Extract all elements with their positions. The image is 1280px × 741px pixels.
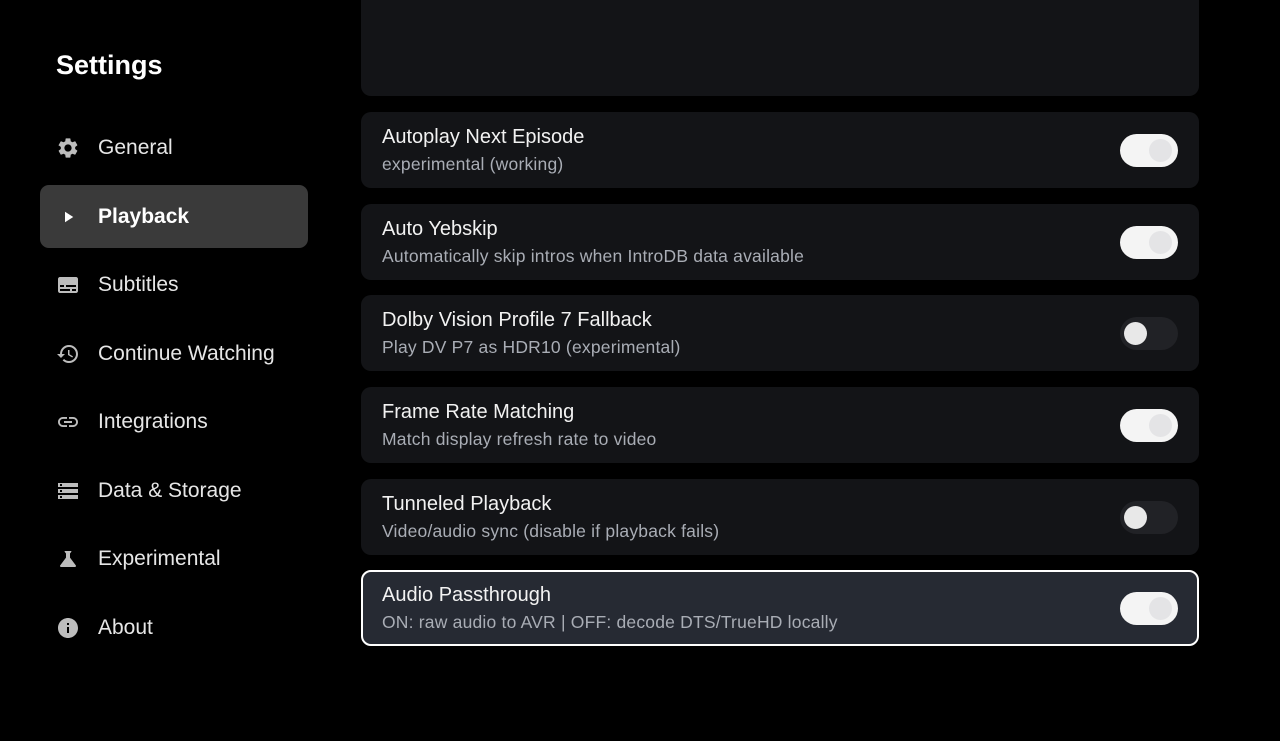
toggle-knob bbox=[1149, 597, 1172, 620]
play-icon bbox=[56, 205, 80, 229]
sidebar-item-experimental[interactable]: Experimental bbox=[40, 527, 308, 590]
page-title: Settings bbox=[56, 50, 163, 80]
setting-title: Dolby Vision Profile 7 Fallback bbox=[382, 309, 652, 331]
setting-card-clipped[interactable] bbox=[361, 0, 1199, 96]
setting-subtitle: ON: raw audio to AVR | OFF: decode DTS/T… bbox=[382, 612, 838, 632]
setting-title: Auto Yebskip bbox=[382, 218, 498, 240]
sidebar-item-integrations[interactable]: Integrations bbox=[40, 390, 308, 453]
subtitles-icon bbox=[56, 273, 80, 297]
sidebar-item-label: About bbox=[98, 615, 153, 639]
setting-dolby-vision-fallback[interactable]: Dolby Vision Profile 7 Fallback Play DV … bbox=[361, 295, 1199, 371]
toggle-knob bbox=[1149, 231, 1172, 254]
setting-subtitle: Video/audio sync (disable if playback fa… bbox=[382, 521, 720, 541]
sidebar-item-label: Playback bbox=[98, 204, 190, 228]
gear-icon bbox=[56, 136, 80, 160]
setting-tunneled-playback[interactable]: Tunneled Playback Video/audio sync (disa… bbox=[361, 479, 1199, 555]
sidebar-item-continue-watching[interactable]: Continue Watching bbox=[40, 322, 308, 385]
tunneled-playback-toggle[interactable] bbox=[1120, 501, 1178, 534]
storage-icon bbox=[56, 479, 80, 503]
sidebar-item-label: Subtitles bbox=[98, 272, 179, 296]
link-icon bbox=[56, 410, 80, 434]
audio-passthrough-toggle[interactable] bbox=[1120, 592, 1178, 625]
setting-subtitle: Play DV P7 as HDR10 (experimental) bbox=[382, 337, 681, 357]
settings-list[interactable]: Autoplay Next Episode experimental (work… bbox=[361, 0, 1199, 741]
toggle-knob bbox=[1124, 506, 1147, 529]
sidebar-item-general[interactable]: General bbox=[40, 116, 308, 179]
toggle-knob bbox=[1149, 139, 1172, 162]
setting-title: Audio Passthrough bbox=[382, 584, 552, 606]
sidebar-item-subtitles[interactable]: Subtitles bbox=[40, 253, 308, 316]
setting-auto-yebskip[interactable]: Auto Yebskip Automatically skip intros w… bbox=[361, 204, 1199, 280]
history-icon bbox=[56, 342, 80, 366]
frame-rate-toggle[interactable] bbox=[1120, 409, 1178, 442]
sidebar-item-label: Experimental bbox=[98, 546, 221, 570]
setting-title: Tunneled Playback bbox=[382, 493, 552, 515]
toggle-knob bbox=[1149, 414, 1172, 437]
setting-subtitle: Automatically skip intros when IntroDB d… bbox=[382, 246, 805, 266]
setting-subtitle: experimental (working) bbox=[382, 154, 564, 174]
toggle-knob bbox=[1124, 322, 1147, 345]
setting-frame-rate-matching[interactable]: Frame Rate Matching Match display refres… bbox=[361, 387, 1199, 463]
setting-autoplay-next-episode[interactable]: Autoplay Next Episode experimental (work… bbox=[361, 112, 1199, 188]
auto-yebskip-toggle[interactable] bbox=[1120, 226, 1178, 259]
sidebar-item-label: Data & Storage bbox=[98, 478, 242, 502]
setting-title: Frame Rate Matching bbox=[382, 401, 575, 423]
sidebar-item-label: General bbox=[98, 135, 173, 159]
sidebar-item-about[interactable]: About bbox=[40, 596, 308, 659]
sidebar-item-label: Integrations bbox=[98, 409, 208, 433]
info-icon bbox=[56, 616, 80, 640]
autoplay-toggle[interactable] bbox=[1120, 134, 1178, 167]
sidebar-item-label: Continue Watching bbox=[98, 341, 275, 365]
setting-subtitle: Match display refresh rate to video bbox=[382, 429, 657, 449]
flask-icon bbox=[56, 547, 80, 571]
dolby-vision-toggle[interactable] bbox=[1120, 317, 1178, 350]
setting-title: Autoplay Next Episode bbox=[382, 126, 585, 148]
setting-audio-passthrough[interactable]: Audio Passthrough ON: raw audio to AVR |… bbox=[361, 570, 1199, 646]
sidebar-item-data-storage[interactable]: Data & Storage bbox=[40, 459, 308, 522]
sidebar-item-playback[interactable]: Playback bbox=[40, 185, 308, 248]
